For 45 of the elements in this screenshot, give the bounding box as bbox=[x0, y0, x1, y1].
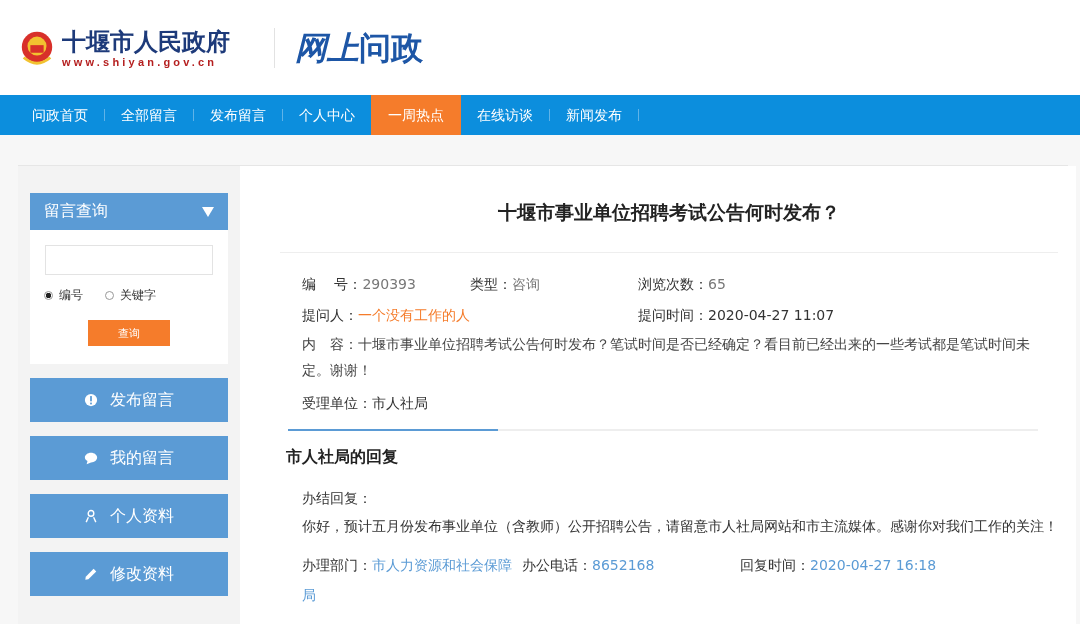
alert-icon bbox=[84, 393, 98, 407]
nav-tab[interactable]: 个人中心 bbox=[283, 95, 371, 135]
nav-tab[interactable]: 发布留言 bbox=[194, 95, 282, 135]
nav-tab[interactable]: 在线访谈 bbox=[461, 95, 549, 135]
reply-info-text: 回复时间：2020-04-27 16:18 bbox=[740, 556, 938, 575]
field-label: 提问人： bbox=[302, 306, 358, 323]
nav-tab[interactable]: 问政首页 bbox=[16, 95, 104, 135]
reply-heading: 市人社局的回复 bbox=[286, 446, 399, 468]
nav-tab[interactable]: 新闻发布 bbox=[550, 95, 638, 135]
query-button[interactable]: 查询 bbox=[88, 320, 170, 346]
reply-label: 办结回复： bbox=[302, 490, 373, 508]
radio-button[interactable] bbox=[44, 291, 53, 300]
pencil-icon bbox=[84, 567, 98, 581]
field-value: 咨询 bbox=[512, 275, 540, 292]
search-field[interactable] bbox=[45, 245, 213, 275]
field-label: 提问时间： bbox=[638, 306, 708, 323]
reply-text: 你好，预计五月份发布事业单位（含教师）公开招聘公告，请留意市人社局网站和市主流媒体。感谢你对我们工作的关注！ bbox=[302, 518, 1058, 536]
field-value: 65 bbox=[708, 275, 726, 292]
nav-tab[interactable]: 全部留言 bbox=[105, 95, 193, 135]
site-name: 十堰市人民政府 bbox=[62, 27, 230, 56]
chat-icon bbox=[84, 451, 98, 465]
field-label: 编 号： bbox=[302, 275, 363, 292]
person-icon bbox=[84, 509, 98, 523]
query-header[interactable]: 留言查询 bbox=[30, 193, 228, 230]
field-label: 浏览次数： bbox=[638, 275, 708, 292]
menu-button[interactable]: 发布留言 bbox=[30, 378, 228, 422]
dropdown-icon bbox=[202, 206, 214, 217]
site-url: www.shiyan.gov.cn bbox=[62, 55, 219, 68]
radio-option[interactable]: 关键字 bbox=[105, 287, 156, 304]
field-value: 290393 bbox=[362, 275, 416, 292]
reply-info-text: 办理部门：市人力资源和社会保障局 bbox=[302, 556, 513, 605]
field-value: 2020-04-27 11:07 bbox=[708, 306, 835, 323]
asker-link[interactable]: 一个没有工作的人 bbox=[358, 306, 470, 323]
nav-tab[interactable]: 一周热点 bbox=[371, 95, 461, 135]
question-content: 内 容：十堰市事业单位招聘考试公告何时发布？笔试时间是否已经确定？看目前已经出来的一些考试都是笔试时间未定。谢谢！ bbox=[302, 335, 1031, 380]
portal-logo: 网上问政 bbox=[295, 27, 423, 68]
field-label: 受理单位： bbox=[302, 395, 372, 411]
field-value: 市人社局 bbox=[372, 395, 428, 411]
menu-button[interactable]: 修改资料 bbox=[30, 552, 228, 596]
question-title: 十堰市事业单位招聘考试公告何时发布？ bbox=[280, 166, 1058, 253]
menu-button[interactable]: 个人资料 bbox=[30, 494, 228, 538]
radio-option[interactable]: 编号 bbox=[44, 287, 83, 304]
menu-button[interactable]: 我的留言 bbox=[30, 436, 228, 480]
reply-info-text: 办公电话：8652168 bbox=[522, 556, 656, 575]
field-label: 类型： bbox=[470, 275, 512, 292]
